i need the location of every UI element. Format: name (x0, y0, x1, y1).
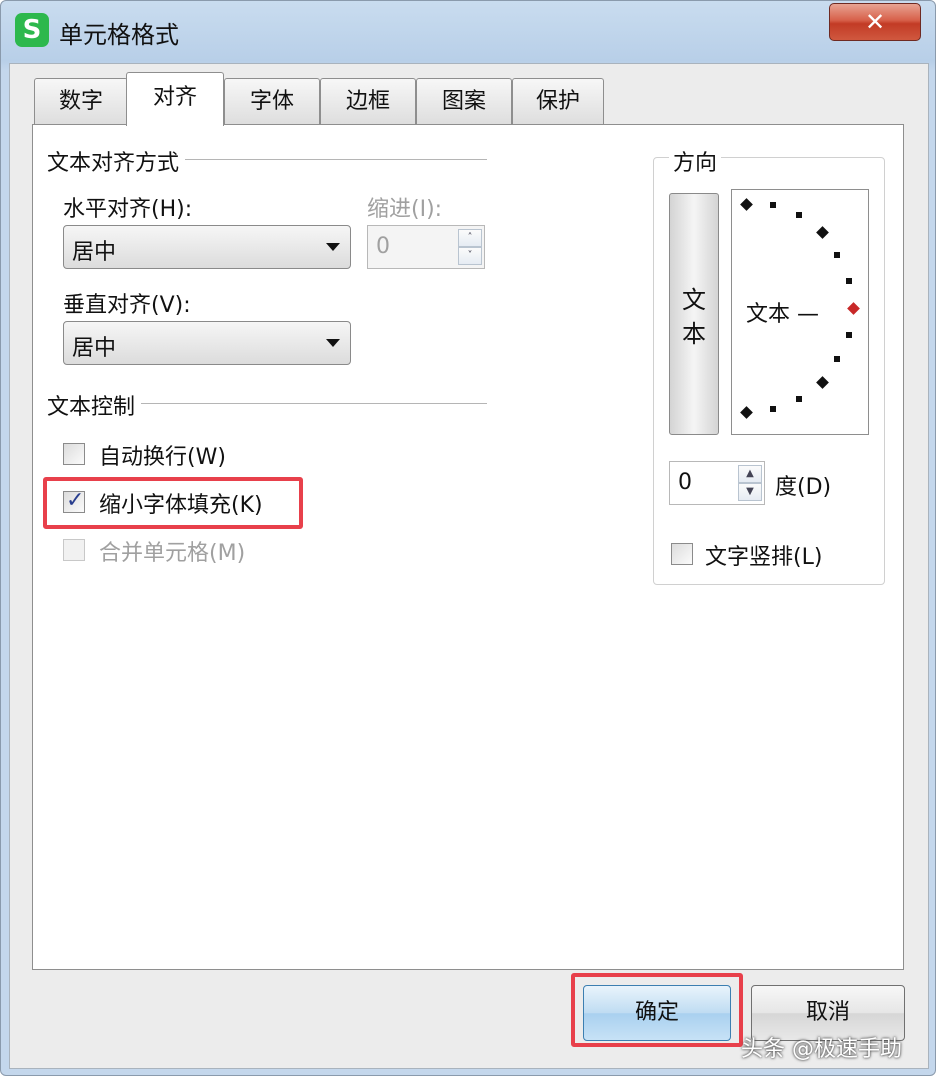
indent-spinner[interactable]: 0 ˄ ˅ (367, 225, 485, 269)
dial-marker (816, 226, 829, 239)
dial-dot (846, 278, 852, 284)
dial-dot (770, 406, 776, 412)
vertical-align-value: 居中 (72, 336, 117, 361)
checkmark-icon: ✓ (66, 488, 85, 513)
close-button[interactable]: ✕ (829, 3, 921, 41)
dial-dot (846, 332, 852, 338)
tab-border[interactable]: 边框 (320, 78, 416, 124)
spin-down-icon[interactable]: ▼ (738, 483, 762, 501)
vertical-layout-label: 文字竖排(L) (705, 545, 823, 570)
indent-label: 缩进(I): (367, 197, 443, 222)
dial-current-marker (847, 302, 860, 315)
vertical-text-char: 本 (682, 320, 706, 348)
dialog-title: 单元格格式 (59, 21, 179, 49)
section-divider (133, 159, 487, 160)
section-divider (133, 403, 487, 404)
wrap-text-label: 自动换行(W) (99, 445, 226, 470)
text-alignment-title: 文本对齐方式 (47, 145, 186, 177)
tab-alignment[interactable]: 对齐 (126, 72, 224, 126)
dial-dot (796, 396, 802, 402)
dial-marker (740, 406, 753, 419)
vertical-text-button[interactable]: 文 本 (669, 193, 719, 435)
watermark-text: 头条 @极速手助 (741, 1037, 902, 1062)
vertical-layout-checkbox[interactable] (671, 543, 693, 565)
indent-spin-buttons: ˄ ˅ (458, 229, 482, 265)
orientation-title: 方向 (669, 145, 722, 177)
wps-spreadsheet-icon: S (15, 13, 49, 47)
dial-dot (834, 356, 840, 362)
spin-up-icon[interactable]: ▲ (738, 465, 762, 483)
shrink-to-fit-checkbox[interactable]: ✓ (63, 488, 85, 513)
text-control-title: 文本控制 (47, 389, 142, 421)
merge-cells-label: 合并单元格(M) (99, 541, 246, 566)
spin-up-icon[interactable]: ˄ (458, 229, 482, 247)
shrink-to-fit-label: 缩小字体填充(K) (99, 493, 263, 518)
degree-value: 0 (678, 470, 692, 495)
tab-number[interactable]: 数字 (34, 78, 128, 124)
vertical-text-char: 文 (682, 286, 706, 314)
dialog-body: 数字 对齐 字体 边框 图案 保护 文本对齐方式 水平对齐(H): 居中 缩进(… (9, 63, 929, 1069)
close-icon: ✕ (864, 8, 886, 36)
horizontal-align-select[interactable]: 居中 (63, 225, 351, 269)
alignment-panel: 文本对齐方式 水平对齐(H): 居中 缩进(I): 0 ˄ ˅ 垂直对齐(V):… (32, 124, 904, 970)
dropdown-arrow-icon (326, 339, 340, 347)
degree-label: 度(D) (775, 475, 832, 500)
tab-font[interactable]: 字体 (224, 78, 320, 124)
dial-dot (796, 212, 802, 218)
dial-text-label: 文本 — (746, 302, 819, 327)
horizontal-align-label: 水平对齐(H): (63, 197, 193, 222)
vertical-align-label: 垂直对齐(V): (63, 293, 191, 318)
merge-cells-checkbox[interactable] (63, 539, 85, 561)
tab-protection[interactable]: 保护 (512, 78, 604, 124)
dial-dot (770, 202, 776, 208)
dial-dot (834, 252, 840, 258)
format-cells-dialog: S 单元格格式 ✕ 数字 对齐 字体 边框 图案 保护 文本对齐方式 水平对齐(… (0, 0, 936, 1076)
title-bar: S 单元格格式 ✕ (1, 1, 935, 63)
wrap-text-checkbox[interactable] (63, 443, 85, 465)
spin-down-icon[interactable]: ˅ (458, 247, 482, 265)
orientation-dial[interactable]: 文本 — (731, 189, 869, 435)
indent-value: 0 (376, 234, 390, 259)
tab-patterns[interactable]: 图案 (416, 78, 512, 124)
vertical-align-select[interactable]: 居中 (63, 321, 351, 365)
horizontal-align-value: 居中 (72, 240, 117, 265)
dial-marker (816, 376, 829, 389)
dropdown-arrow-icon (326, 243, 340, 251)
dial-marker (740, 198, 753, 211)
ok-button[interactable]: 确定 (583, 985, 731, 1041)
degree-spinner[interactable]: 0 ▲ ▼ (669, 461, 765, 505)
degree-spin-buttons: ▲ ▼ (738, 465, 762, 501)
